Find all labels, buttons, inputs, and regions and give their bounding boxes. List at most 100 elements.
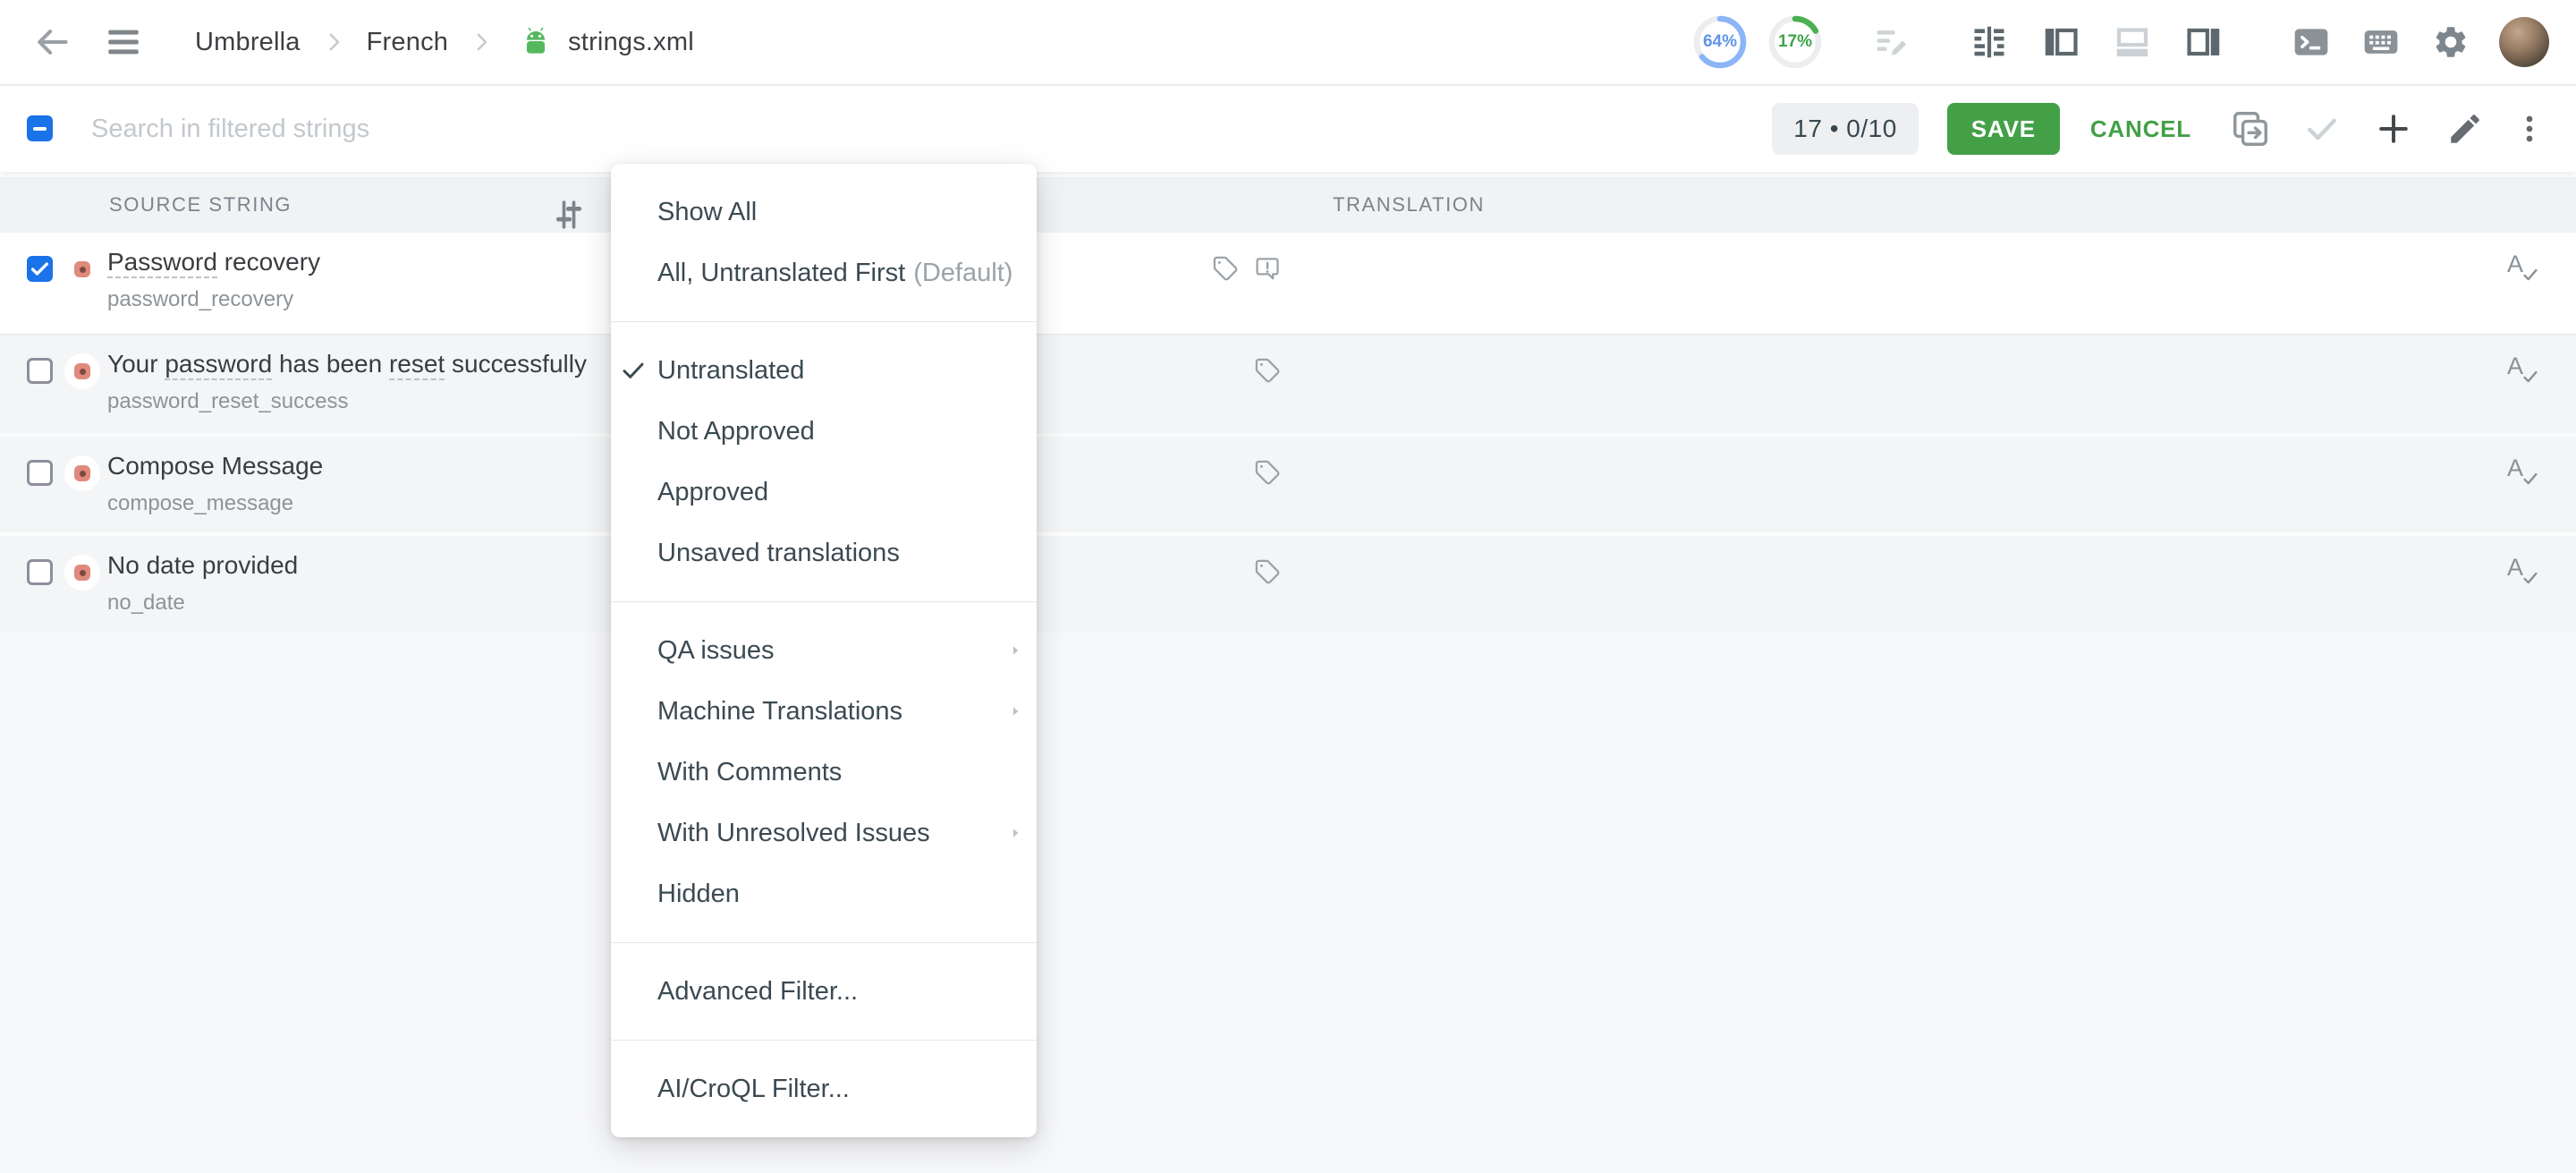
string-key: password_reset_success: [107, 389, 348, 414]
draft-edit-button[interactable]: [1871, 21, 1912, 63]
status-halo: [64, 353, 100, 389]
console-button[interactable]: [2290, 21, 2333, 64]
duplicate-string-button[interactable]: [2229, 107, 2272, 150]
right-panel-view-button[interactable]: [2182, 21, 2225, 64]
untranslated-status-icon: [74, 261, 90, 277]
menu-item-with-comments[interactable]: With Comments: [611, 742, 1037, 803]
source-string-header: SOURCE STRING: [109, 177, 292, 233]
menu-item-qa-issues[interactable]: QA issues: [611, 620, 1037, 681]
search-settings-button[interactable]: [547, 194, 590, 235]
left-panel-view-button[interactable]: [2039, 21, 2082, 64]
menu-item-hidden[interactable]: Hidden: [611, 863, 1037, 924]
side-by-side-view-button[interactable]: [1968, 21, 2011, 64]
sliders-icon: [549, 195, 589, 234]
string-key: no_date: [107, 591, 185, 616]
submenu-chevron-icon: [1006, 702, 1024, 720]
breadcrumb-project[interactable]: Umbrella: [195, 28, 301, 57]
save-button[interactable]: SAVE: [1947, 103, 2060, 155]
back-icon: [32, 22, 72, 62]
untranslated-status-icon: [74, 363, 90, 379]
kebab-icon: [2512, 111, 2547, 147]
approve-button[interactable]: [2301, 107, 2343, 150]
menu-item-approved[interactable]: Approved: [611, 462, 1037, 523]
source-string-text: No date provided: [107, 549, 298, 582]
table-row[interactable]: Compose Message compose_message A: [0, 435, 2576, 532]
main-menu-button[interactable]: [102, 21, 145, 64]
table-row[interactable]: Your password has been reset successfull…: [0, 334, 2576, 434]
approved-progress-ring: 17%: [1766, 13, 1825, 72]
add-string-button[interactable]: [2372, 107, 2415, 150]
spellcheck-icon[interactable]: A: [2504, 455, 2540, 490]
right-panel-view-icon: [2183, 21, 2224, 63]
check-icon: [2302, 109, 2342, 149]
translation-header: TRANSLATION: [1333, 177, 1485, 233]
plus-icon: [2374, 109, 2413, 149]
string-key: compose_message: [107, 491, 293, 516]
spellcheck-icon[interactable]: A: [2504, 554, 2540, 590]
source-string-text: Password recovery: [107, 246, 320, 278]
strings-toolbar: 17 • 0/10 SAVE CANCEL: [0, 86, 2576, 172]
terminal-icon: [2292, 22, 2331, 62]
tag-icon[interactable]: [1253, 356, 1282, 385]
issue-bubble-icon[interactable]: [1253, 254, 1282, 283]
row-checkbox[interactable]: [27, 460, 53, 486]
row-checkbox[interactable]: [27, 358, 53, 384]
menu-item-all-untranslated-first[interactable]: All, Untranslated First(Default): [611, 242, 1037, 303]
bottom-panel-view-icon: [2112, 21, 2153, 63]
gear-icon: [2432, 23, 2470, 61]
edit-draft-icon: [1872, 22, 1911, 62]
translated-percent: 64%: [1690, 13, 1750, 72]
settings-button[interactable]: [2429, 21, 2472, 64]
status-halo: [64, 455, 100, 491]
table-row[interactable]: Password recovery password_recovery A: [0, 233, 2576, 334]
string-counter-badge: 17 • 0/10: [1772, 103, 1919, 155]
empty-list-area: [0, 633, 2576, 1173]
menu-item-not-approved[interactable]: Not Approved: [611, 401, 1037, 462]
menu-item-unsaved-translations[interactable]: Unsaved translations: [611, 523, 1037, 583]
submenu-chevron-icon: [1006, 824, 1024, 842]
bottom-panel-view-button[interactable]: [2111, 21, 2154, 64]
submenu-chevron-icon: [1006, 642, 1024, 659]
android-icon: [518, 23, 554, 61]
tag-icon[interactable]: [1211, 254, 1240, 283]
chevron-right-icon: [320, 29, 347, 55]
hamburger-icon: [106, 27, 141, 57]
table-row[interactable]: No date provided no_date A: [0, 534, 2576, 633]
row-checkbox[interactable]: [27, 559, 53, 585]
more-actions-button[interactable]: [2510, 107, 2549, 150]
untranslated-status-icon: [74, 465, 90, 481]
translated-progress-ring: 64%: [1690, 13, 1750, 72]
tag-icon[interactable]: [1253, 458, 1282, 487]
tag-icon[interactable]: [1253, 557, 1282, 586]
keyboard-icon: [2361, 22, 2401, 62]
left-panel-view-icon: [2040, 21, 2081, 63]
cancel-button[interactable]: CANCEL: [2090, 115, 2191, 143]
select-all-checkbox[interactable]: [27, 115, 53, 141]
shortcuts-button[interactable]: [2360, 21, 2402, 64]
search-input[interactable]: [91, 109, 538, 149]
spellcheck-icon[interactable]: A: [2504, 251, 2540, 286]
menu-item-machine-translations[interactable]: Machine Translations: [611, 681, 1037, 742]
source-string-text: Compose Message: [107, 450, 323, 482]
avatar[interactable]: [2499, 17, 2549, 67]
table-header: SOURCE STRING TRANSLATION: [0, 177, 2576, 233]
approved-percent: 17%: [1766, 13, 1825, 72]
back-button[interactable]: [30, 21, 73, 64]
source-string-text: Your password has been reset successfull…: [107, 348, 587, 380]
row-checkbox[interactable]: [27, 256, 53, 282]
breadcrumb-file[interactable]: strings.xml: [568, 28, 694, 57]
filter-dropdown-menu: Show All All, Untranslated First(Default…: [611, 164, 1037, 1137]
selected-check-icon: [619, 356, 648, 385]
pencil-icon: [2446, 110, 2484, 148]
menu-item-advanced-filter[interactable]: Advanced Filter...: [611, 961, 1037, 1022]
edit-string-button[interactable]: [2444, 107, 2487, 150]
breadcrumb-language[interactable]: French: [367, 28, 448, 57]
default-suffix: (Default): [913, 259, 1013, 288]
menu-item-show-all[interactable]: Show All: [611, 182, 1037, 242]
spellcheck-icon[interactable]: A: [2504, 353, 2540, 388]
menu-item-untranslated[interactable]: Untranslated: [611, 340, 1037, 401]
string-key: password_recovery: [107, 287, 293, 312]
menu-item-ai-croql-filter[interactable]: AI/CroQL Filter...: [611, 1058, 1037, 1119]
menu-item-with-unresolved-issues[interactable]: With Unresolved Issues: [611, 803, 1037, 863]
status-halo: [64, 555, 100, 591]
